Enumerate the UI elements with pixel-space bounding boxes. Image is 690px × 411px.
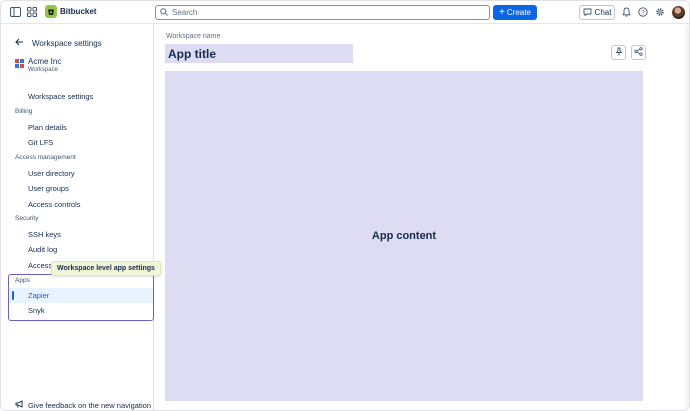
sidebar-item-user-directory[interactable]: User directory [28, 169, 75, 178]
sidebar-toggle-icon[interactable] [9, 6, 21, 18]
workspace-switcher[interactable]: Acme Inc Workspace [15, 57, 61, 75]
sidebar-item-git-lfs[interactable]: Git LFS [28, 138, 53, 147]
feedback-link[interactable]: Give feedback on the new navigation [15, 400, 151, 410]
back-label: Workspace settings [32, 38, 102, 48]
page-title-placeholder: App title [165, 44, 353, 63]
chat-icon [583, 8, 592, 18]
sidebar-item-plan-details[interactable]: Plan details [28, 123, 67, 132]
sidebar-item-audit-log[interactable]: Audit log [28, 245, 57, 254]
search-input[interactable]: Search [155, 5, 490, 20]
sidebar-item-workspace-settings[interactable]: Workspace settings [28, 92, 93, 101]
breadcrumb: Workspace name [166, 33, 221, 40]
plus-icon: + [499, 6, 505, 18]
sidebar: Workspace settings Acme Inc Workspace Wo… [1, 24, 161, 410]
app-content-placeholder: App content [165, 71, 643, 401]
workspace-type: Workspace [28, 67, 58, 73]
workspace-name: Acme Inc [28, 57, 62, 66]
workspace-logo-icon [15, 59, 24, 68]
bell-icon[interactable] [620, 6, 632, 18]
sidebar-item-snyk[interactable]: Snyk [28, 306, 45, 315]
section-billing: Billing [15, 108, 33, 115]
pin-icon [614, 47, 623, 58]
share-button[interactable] [631, 45, 646, 60]
megaphone-icon [15, 400, 24, 410]
chat-label: Chat [594, 8, 612, 17]
chat-button[interactable]: Chat [579, 5, 615, 20]
sidebar-item-user-groups[interactable]: User groups [28, 184, 69, 193]
search-placeholder: Search [172, 8, 198, 17]
sidebar-item-access[interactable]: Access [28, 261, 52, 270]
app-switcher-icon[interactable] [26, 6, 38, 18]
help-icon[interactable]: ? [637, 6, 649, 18]
arrow-left-icon [15, 38, 24, 48]
gear-icon[interactable] [654, 6, 666, 18]
section-access-management: Access management [15, 154, 76, 161]
feedback-label: Give feedback on the new navigation [28, 400, 151, 410]
pin-button[interactable] [611, 45, 626, 60]
create-label: Create [506, 8, 531, 17]
sidebar-item-access-controls[interactable]: Access controls [28, 200, 81, 209]
product-name[interactable]: Bitbucket [60, 7, 96, 16]
create-button[interactable]: + Create [493, 5, 537, 20]
top-navigation: Bitbucket Search + Create Chat ? [1, 1, 689, 24]
tooltip: Workspace level app settings [51, 261, 161, 276]
tooltip-text: Workspace level app settings [57, 265, 155, 272]
search-icon [160, 7, 168, 18]
selected-indicator [12, 291, 14, 300]
back-to-settings-link[interactable]: Workspace settings [15, 38, 102, 48]
avatar[interactable] [672, 6, 685, 19]
app-window: Bitbucket Search + Create Chat ? Workspa… [0, 0, 690, 411]
share-icon [634, 47, 643, 58]
section-apps: Apps [15, 277, 30, 284]
scrollbar[interactable] [685, 25, 689, 410]
section-security: Security [15, 215, 39, 222]
sidebar-item-ssh-keys[interactable]: SSH keys [28, 230, 61, 239]
page-title: App title [168, 46, 216, 61]
sidebar-item-zapier[interactable]: Zapier [28, 291, 49, 300]
bitbucket-logo-icon[interactable] [45, 5, 57, 18]
app-content-label: App content [371, 230, 437, 242]
